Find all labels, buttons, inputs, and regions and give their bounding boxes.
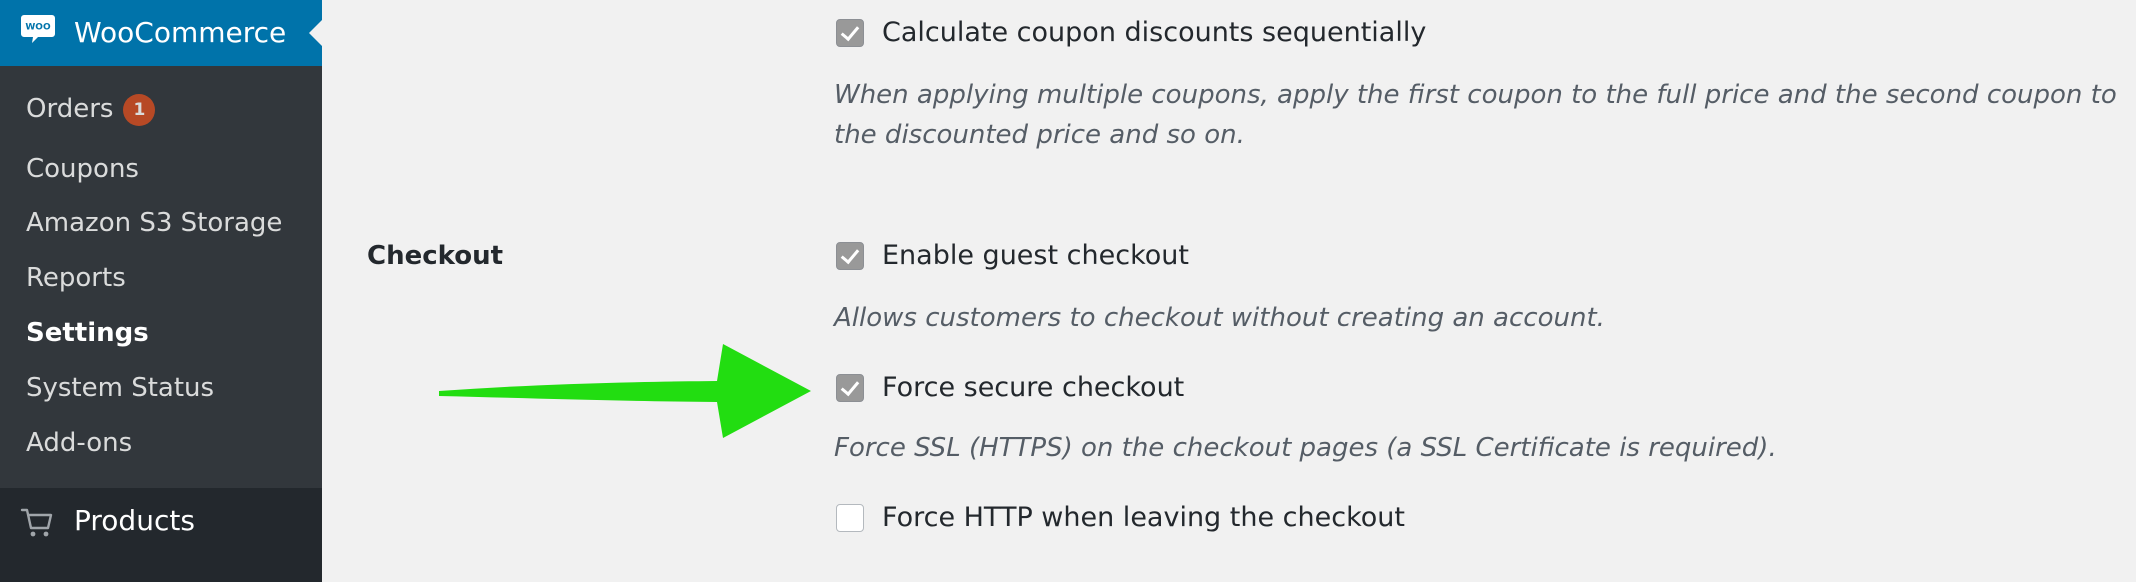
admin-sidebar: WOO WooCommerce Orders 1 Coupons Amazon S… <box>0 0 323 582</box>
cart-icon <box>20 508 53 537</box>
sidebar-item-settings[interactable]: Settings <box>26 317 149 349</box>
coupon-sequential-option[interactable]: Calculate coupon discounts sequentially <box>836 15 1426 51</box>
woocommerce-menu-title: WooCommerce <box>74 16 287 49</box>
sidebar-item-products[interactable]: Products <box>0 488 322 582</box>
coupon-sequential-description: When applying multiple coupons, apply th… <box>834 80 2117 150</box>
guest-checkout-description: Allows customers to checkout without cre… <box>834 303 1605 333</box>
coupon-sequential-checkbox[interactable] <box>836 19 864 47</box>
guest-checkout-label: Enable guest checkout <box>882 240 1189 271</box>
sidebar-item-label: Orders <box>26 94 114 124</box>
force-secure-checkout-label: Force secure checkout <box>882 372 1185 403</box>
checkout-section-title: Checkout <box>367 241 504 271</box>
sidebar-item-system-status[interactable]: System Status <box>26 372 214 404</box>
force-http-label: Force HTTP when leaving the checkout <box>882 502 1405 533</box>
sidebar-item-coupons[interactable]: Coupons <box>26 153 139 185</box>
woocommerce-logo-text: WOO <box>25 23 51 33</box>
sidebar-item-reports[interactable]: Reports <box>26 262 126 294</box>
force-http-option[interactable]: Force HTTP when leaving the checkout <box>836 500 1405 536</box>
settings-content: Calculate coupon discounts sequentially … <box>322 0 2136 582</box>
sidebar-item-add-ons[interactable]: Add-ons <box>26 427 132 459</box>
force-secure-checkout-description: Force SSL (HTTPS) on the checkout pages … <box>834 433 1777 463</box>
woocommerce-submenu: Orders 1 Coupons Amazon S3 Storage Report… <box>0 66 322 488</box>
woocommerce-logo-icon: WOO <box>21 15 55 43</box>
sidebar-item-orders[interactable]: Orders 1 <box>26 93 156 126</box>
guest-checkout-checkbox[interactable] <box>836 242 864 270</box>
sidebar-item-amazon-s3-storage[interactable]: Amazon S3 Storage <box>26 207 282 239</box>
coupon-sequential-label: Calculate coupon discounts sequentially <box>882 17 1427 48</box>
force-http-checkbox[interactable] <box>836 504 864 532</box>
woocommerce-settings-page: WOO WooCommerce Orders 1 Coupons Amazon S… <box>0 0 2136 582</box>
force-secure-checkout-option[interactable]: Force secure checkout <box>836 370 1184 406</box>
woocommerce-menu-header[interactable]: WOO WooCommerce <box>0 0 323 66</box>
force-secure-checkout-checkbox[interactable] <box>836 374 864 402</box>
guest-checkout-option[interactable]: Enable guest checkout <box>836 238 1189 274</box>
green-arrow-annotation-icon <box>439 344 811 438</box>
orders-count-badge: 1 <box>123 94 156 126</box>
products-label: Products <box>74 504 195 537</box>
